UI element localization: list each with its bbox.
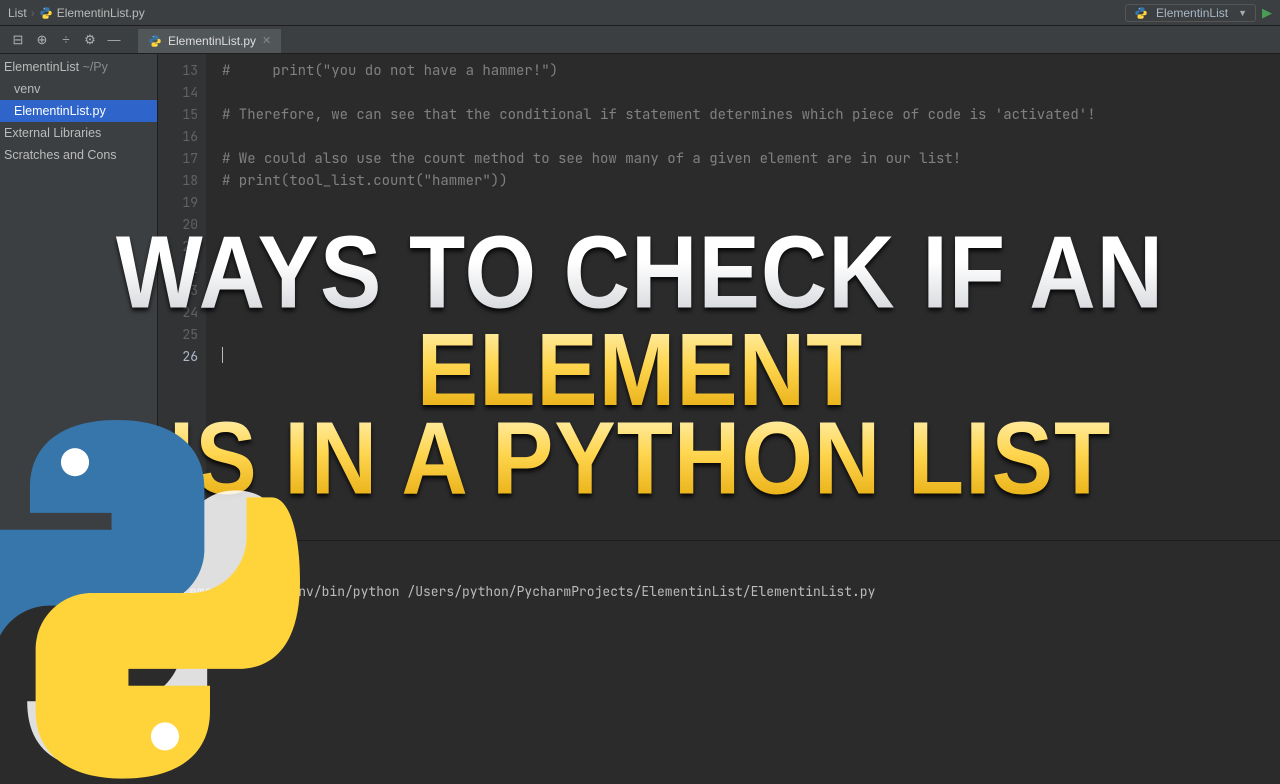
tree-item-venv[interactable]: venv [0,78,157,100]
divide-icon[interactable]: ÷ [54,28,78,52]
run-tool-window[interactable]: ts/ElementinList/venv/bin/python /Users/… [0,540,1280,720]
python-file-icon [148,34,162,48]
tab-label: ElementinList.py [168,34,256,48]
run-config-selector[interactable]: ElementinList ▼ [1125,4,1256,22]
terminal-command: ts/ElementinList/venv/bin/python /Users/… [150,583,1280,603]
tree-item-external[interactable]: External Libraries [0,122,157,144]
breadcrumb-file[interactable]: ElementinList.py [57,6,145,20]
python-icon [1134,6,1148,20]
run-button[interactable]: ▶ [1262,5,1272,21]
editor-tab[interactable]: ElementinList.py ✕ [138,27,281,53]
tree-item-scratches[interactable]: Scratches and Cons [0,144,157,166]
breadcrumb[interactable]: List › ElementinList.py [8,6,145,20]
gear-icon[interactable]: ⚙ [78,28,102,52]
target-icon[interactable]: ⊕ [30,28,54,52]
tree-item-file[interactable]: ElementinList.py [0,100,157,122]
close-icon[interactable]: ✕ [262,34,271,47]
run-config-label: ElementinList [1156,6,1228,20]
chevron-right-icon: › [31,6,35,20]
terminal-exit: de 0 [150,627,1280,647]
hide-icon[interactable]: — [102,28,126,52]
breadcrumb-root[interactable]: List [8,6,27,20]
python-file-icon [39,6,53,20]
chevron-down-icon: ▼ [1238,8,1247,18]
collapse-icon[interactable]: ⊟ [6,28,30,52]
tree-project-root[interactable]: ElementinList ~/Py [0,56,157,78]
